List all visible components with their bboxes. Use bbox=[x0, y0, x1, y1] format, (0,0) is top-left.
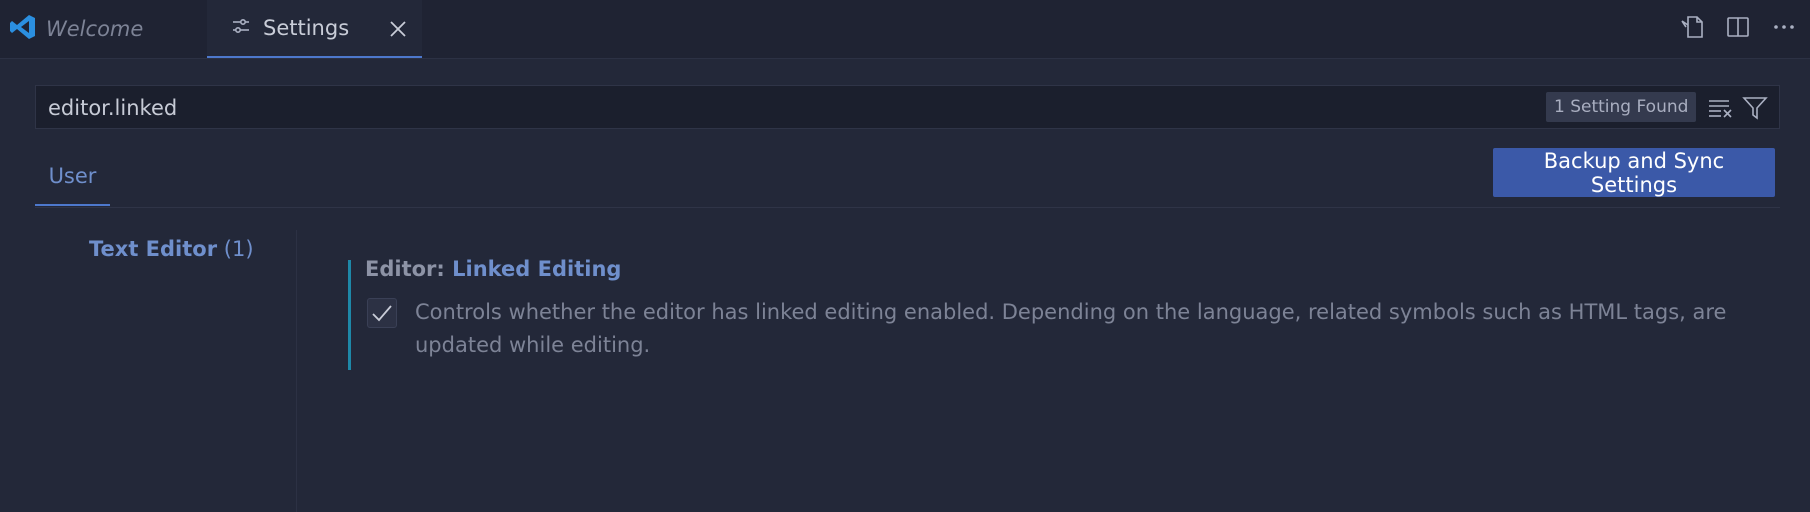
search-input[interactable] bbox=[46, 94, 1350, 122]
setting-title: Editor: Linked Editing bbox=[365, 257, 621, 281]
tab-user-scope[interactable]: User bbox=[35, 150, 110, 206]
vscode-logo-icon bbox=[8, 12, 38, 46]
close-icon[interactable] bbox=[386, 17, 410, 41]
result-count-badge: 1 Setting Found bbox=[1546, 92, 1697, 122]
toc-item-text-editor[interactable]: Text Editor (1) bbox=[89, 237, 254, 261]
open-settings-json-icon[interactable] bbox=[1678, 12, 1706, 42]
toc-item-title: Text Editor bbox=[89, 237, 218, 261]
toc-item-count: (1) bbox=[223, 237, 254, 261]
tab-welcome[interactable]: Welcome bbox=[0, 0, 207, 58]
tab-settings[interactable]: Settings bbox=[207, 0, 422, 58]
setting-category: Editor: bbox=[365, 257, 453, 281]
setting-description: Controls whether the editor has linked e… bbox=[415, 300, 1727, 357]
settings-sliders-icon bbox=[231, 16, 251, 40]
checkmark-icon bbox=[372, 305, 392, 322]
tab-settings-label: Settings bbox=[263, 16, 350, 40]
filter-icon[interactable] bbox=[1742, 96, 1768, 120]
settings-search-box: 1 Setting Found bbox=[35, 85, 1780, 129]
tab-welcome-label: Welcome bbox=[46, 17, 144, 41]
clear-filter-icon[interactable] bbox=[1707, 96, 1733, 120]
setting-name: Linked Editing bbox=[452, 257, 622, 281]
settings-toc: Text Editor (1) bbox=[0, 230, 297, 512]
setting-linked-editing: Editor: Linked Editing Controls whether … bbox=[348, 257, 1751, 370]
backup-sync-button[interactable]: Backup and Sync Settings bbox=[1493, 148, 1775, 197]
more-actions-icon[interactable] bbox=[1770, 12, 1798, 42]
editor-tab-bar: Welcome Settings bbox=[0, 0, 1810, 59]
linked-editing-checkbox[interactable] bbox=[367, 298, 397, 328]
split-editor-icon[interactable] bbox=[1724, 12, 1752, 42]
